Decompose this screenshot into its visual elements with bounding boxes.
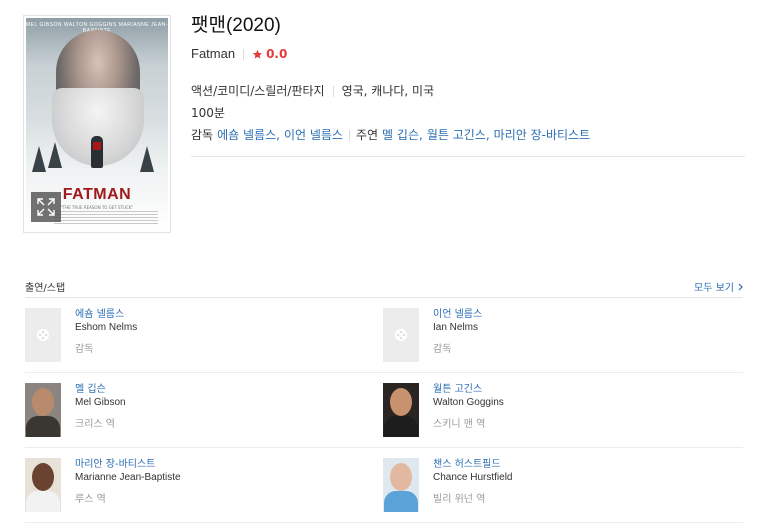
cast-text: 월튼 고긴스 Walton Goggins 스키니 맨 역 xyxy=(433,383,504,431)
genres: 액션/코미디/스릴러/판타지 xyxy=(191,84,325,98)
runtime: 100분 xyxy=(191,106,225,120)
director-link[interactable]: 에숌 넬름스 xyxy=(217,124,276,146)
person-role: 스키니 맨 역 xyxy=(433,419,486,430)
person-name-link[interactable]: 마리안 장-바티스트 xyxy=(75,458,181,471)
movie-info: 팻맨(2020) Fatman 0.0 액션/코미디/스릴러/판타지 영국, 캐… xyxy=(191,13,746,146)
comma: , xyxy=(418,128,423,142)
cast-item: 에숌 넬름스 Eshom Nelms 감독 xyxy=(25,298,383,372)
poster-tree xyxy=(140,146,154,172)
person-photo[interactable] xyxy=(383,458,419,512)
person-role: 감독 xyxy=(433,344,452,355)
cast-row: 마리안 장-바티스트 Marianne Jean-Baptiste 루스 역 챈스 허… xyxy=(25,448,743,523)
cast-item: 멜 깁슨 Mel Gibson 크리스 역 xyxy=(25,373,383,447)
countries: 영국, 캐나다, 미국 xyxy=(341,84,435,98)
rating: 0.0 xyxy=(252,45,287,63)
person-name-link[interactable]: 이언 넬름스 xyxy=(433,308,482,321)
comma: , xyxy=(276,128,280,142)
person-photo[interactable] xyxy=(25,458,61,512)
cast-grid: 에숌 넬름스 Eshom Nelms 감독 이언 넬름스 Ian Nelms 감독멜 깁슨… xyxy=(25,298,743,523)
movie-subtitle-row: Fatman 0.0 xyxy=(191,45,746,63)
info-divider xyxy=(191,156,745,157)
person-photo[interactable] xyxy=(383,383,419,437)
rating-value: 0.0 xyxy=(266,47,288,61)
movie-meta: 액션/코미디/스릴러/판타지 영국, 캐나다, 미국 100분 감독 에숌 넬름… xyxy=(191,80,746,146)
person-name-english: Ian Nelms xyxy=(433,322,479,333)
cast-section-title: 출연/스탭 xyxy=(25,283,66,294)
chevron-right-icon xyxy=(738,283,743,290)
photo-body xyxy=(384,416,418,437)
star-icon xyxy=(252,49,263,59)
photo-body xyxy=(384,491,418,512)
actor-link[interactable]: 마리안 장-바티스트 xyxy=(494,124,590,146)
poster-tree xyxy=(32,146,46,172)
film-reel-icon xyxy=(37,329,49,341)
cast-item: 챈스 허스트필드 Chance Hurstfield 빌리 위넌 역 xyxy=(383,448,741,522)
person-photo-placeholder[interactable] xyxy=(25,308,61,362)
see-all-link[interactable]: 모두 보기 xyxy=(694,279,743,294)
person-photo[interactable] xyxy=(25,383,61,437)
divider xyxy=(348,129,350,141)
cast-text: 멜 깁슨 Mel Gibson 크리스 역 xyxy=(75,383,126,431)
cast-item: 이언 넬름스 Ian Nelms 감독 xyxy=(383,298,741,372)
cast-row: 멜 깁슨 Mel Gibson 크리스 역 월튼 고긴스 Walton Goggins 스… xyxy=(25,373,743,448)
person-name-link[interactable]: 멜 깁슨 xyxy=(75,383,126,396)
original-title: Fatman xyxy=(191,46,236,61)
person-name-link[interactable]: 에숌 넬름스 xyxy=(75,308,137,321)
director-link[interactable]: 이언 넬름스 xyxy=(284,124,343,146)
actor-link[interactable]: 월튼 고긴스 xyxy=(427,124,486,146)
person-photo-placeholder[interactable] xyxy=(383,308,419,362)
photo-head xyxy=(32,388,54,416)
person-name-english: Eshom Nelms xyxy=(75,322,138,333)
person-role: 루스 역 xyxy=(75,494,106,505)
director-label: 감독 xyxy=(191,128,214,142)
person-name-link[interactable]: 월튼 고긴스 xyxy=(433,383,504,396)
person-role: 빌리 위넌 역 xyxy=(433,494,486,505)
cast-text: 에숌 넬름스 Eshom Nelms 감독 xyxy=(75,308,137,356)
cast-section-header: 출연/스탭 모두 보기 xyxy=(25,279,743,294)
film-reel-icon xyxy=(395,329,407,341)
poster-credits xyxy=(54,211,158,225)
person-name-english: Chance Hurstfield xyxy=(433,472,513,483)
person-name-english: Mel Gibson xyxy=(75,397,126,408)
poster-figure xyxy=(91,136,103,168)
photo-head xyxy=(32,463,54,491)
cast-label: 주연 xyxy=(355,128,379,142)
cast-text: 마리안 장-바티스트 Marianne Jean-Baptiste 루스 역 xyxy=(75,458,181,506)
genre-country-row: 액션/코미디/스릴러/판타지 영국, 캐나다, 미국 xyxy=(191,80,746,102)
photo-body xyxy=(26,416,60,437)
comma: , xyxy=(485,128,490,142)
divider xyxy=(243,48,245,60)
cast-text: 챈스 허스트필드 Chance Hurstfield 빌리 위넌 역 xyxy=(433,458,512,506)
person-role: 크리스 역 xyxy=(75,419,115,430)
expand-icon xyxy=(37,198,55,216)
cast-row: 에숌 넬름스 Eshom Nelms 감독 이언 넬름스 Ian Nelms 감독 xyxy=(25,298,743,373)
expand-poster-button[interactable] xyxy=(31,192,61,222)
person-name-link[interactable]: 챈스 허스트필드 xyxy=(433,458,512,471)
cast-item: 마리안 장-바티스트 Marianne Jean-Baptiste 루스 역 xyxy=(25,448,383,522)
photo-body xyxy=(26,491,60,512)
person-role: 감독 xyxy=(75,344,94,355)
credits-row: 감독 에숌 넬름스, 이언 넬름스 주연 멜 깁슨, 월튼 고긴스, 마리안 장… xyxy=(191,124,746,146)
cast-text: 이언 넬름스 Ian Nelms 감독 xyxy=(433,308,482,356)
person-name-english: Walton Goggins xyxy=(433,397,504,408)
movie-title: 팻맨(2020) xyxy=(191,15,281,36)
person-name-english: Marianne Jean-Baptiste xyxy=(75,472,181,483)
see-all-label: 모두 보기 xyxy=(694,283,734,294)
cast-item: 월튼 고긴스 Walton Goggins 스키니 맨 역 xyxy=(383,373,741,447)
photo-head xyxy=(390,388,412,416)
poster-tree xyxy=(48,142,62,168)
divider xyxy=(332,85,334,97)
photo-head xyxy=(390,463,412,491)
runtime-row: 100분 xyxy=(191,102,746,124)
actor-link[interactable]: 멜 깁슨 xyxy=(382,124,419,146)
